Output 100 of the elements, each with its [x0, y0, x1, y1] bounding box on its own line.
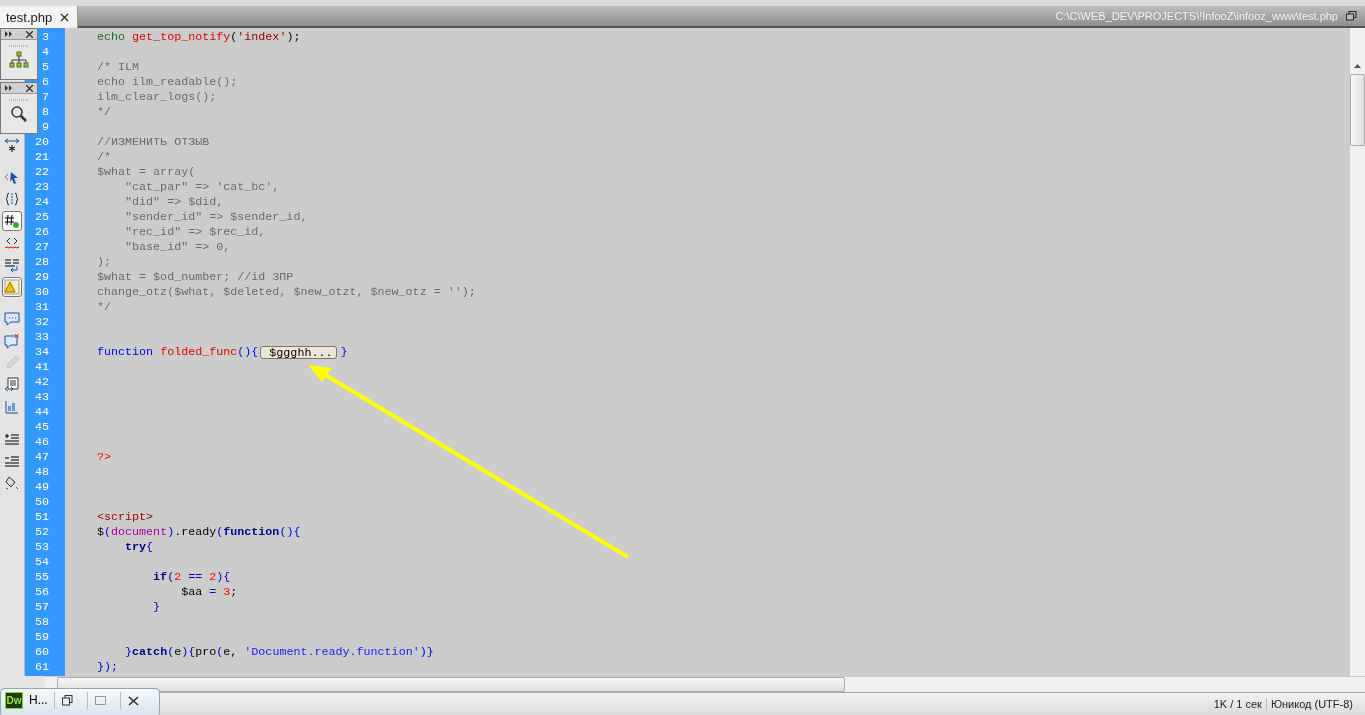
line-number: 58: [34, 615, 49, 630]
close-icon[interactable]: [26, 30, 33, 38]
taskbar-thumbnail[interactable]: Dw H...: [0, 688, 160, 715]
line-number: 27: [34, 240, 49, 255]
word-wrap-icon: [4, 257, 20, 273]
restore-icon[interactable]: [62, 695, 74, 706]
line-number: 48: [34, 465, 49, 480]
line-number: 47: [34, 450, 49, 465]
line-number: 59: [34, 630, 49, 645]
line-number: 41: [34, 360, 49, 375]
line-number: 52: [34, 525, 49, 540]
code-line: $aa = 3;: [180, 585, 239, 600]
app-badge: Dw: [5, 692, 23, 709]
line-number: 23: [34, 180, 49, 195]
speech-bubble-icon: [4, 333, 20, 349]
hash-icon: [4, 213, 20, 229]
line-number: 3: [42, 30, 49, 45]
expand-icon[interactable]: [5, 85, 13, 91]
code-text: function folded_func(){: [97, 345, 259, 360]
pencil-icon: [4, 355, 20, 371]
line-number: 29: [34, 270, 49, 285]
status-size-time: 1K / 1 сек: [1212, 698, 1263, 710]
document-tab[interactable]: test.php: [0, 6, 79, 28]
grid-chart-icon: [4, 399, 20, 415]
line-number: 20: [34, 135, 49, 150]
line-number: 43: [34, 390, 49, 405]
line-number: 28: [34, 255, 49, 270]
code-line: echo get_top_notify('index');: [97, 30, 302, 45]
grip-icon[interactable]: [8, 98, 30, 102]
code-line: */: [97, 105, 113, 120]
line-number: 49: [34, 480, 49, 495]
expand-icon[interactable]: [5, 31, 13, 37]
code-line: /* ILM: [97, 60, 141, 75]
code-line: if(2 == 2){: [152, 570, 232, 585]
code-tag-icon: [4, 235, 20, 251]
scrollbar-thumb[interactable]: [1350, 74, 1365, 146]
line-number: 44: [34, 405, 49, 420]
close-icon[interactable]: [26, 84, 33, 92]
close-icon[interactable]: [60, 12, 70, 22]
code-line: echo ilm_readable();: [97, 75, 239, 90]
grip-icon[interactable]: [8, 44, 30, 48]
line-number: 24: [34, 195, 49, 210]
line-number: 51: [34, 510, 49, 525]
file-path: C:\C\WEB_DEV\PROJECTS\!InfooZ\infooz_www\test.php: [1055, 10, 1338, 22]
line-number: 61: [34, 660, 49, 675]
code-line: $what = $od_number; //id ЗПР: [97, 270, 295, 285]
search-icon[interactable]: [10, 105, 28, 123]
line-number: 30: [34, 285, 49, 300]
line-number: 7: [42, 90, 49, 105]
status-encoding: Юникод (UTF-8): [1265, 698, 1357, 710]
code-line: );: [97, 255, 113, 270]
code-line: */: [97, 300, 113, 315]
code-line: "base_id" => 0,: [124, 240, 232, 255]
code-line: //ИЗМЕНИТЬ ОТЗЫВ: [97, 135, 211, 150]
close-icon[interactable]: [128, 695, 140, 706]
line-number: 34: [34, 345, 49, 360]
code-line: }catch(e){pro(e, 'Document.ready.function')}: [124, 645, 435, 660]
code-line: change_otz($what, $deleted, $new_otzt, $new_otz = '');: [97, 285, 477, 300]
line-number: 26: [34, 225, 49, 240]
code-line: "did" => $did,: [124, 195, 225, 210]
line-number: 8: [42, 105, 49, 120]
line-number: 56: [34, 585, 49, 600]
code-line: ilm_clear_logs();: [97, 90, 218, 105]
line-number: 4: [42, 45, 49, 60]
window-label: H...: [29, 692, 48, 709]
expand-arrows-icon: [4, 137, 20, 153]
folded-code-marker[interactable]: $ggghh...: [260, 346, 338, 359]
outdent-icon: [4, 453, 20, 469]
cursor-icon: [4, 169, 20, 185]
code-line: <script>: [97, 510, 155, 525]
line-number: 60: [34, 645, 49, 660]
code-line: ?>: [97, 450, 113, 465]
toolbar-button[interactable]: [2, 211, 22, 231]
line-number: 22: [34, 165, 49, 180]
sitemap-icon[interactable]: [9, 51, 29, 69]
code-text: }: [340, 345, 348, 360]
line-number: 21: [34, 150, 49, 165]
line-number: 33: [34, 330, 49, 345]
indent-icon: [4, 431, 20, 447]
speech-bubble-icon: [4, 311, 20, 327]
line-number: 31: [34, 300, 49, 315]
code-line: $what = array(: [97, 165, 197, 180]
line-number: 50: [34, 495, 49, 510]
line-number: 25: [34, 210, 49, 225]
line-number: 53: [34, 540, 49, 555]
code-line: "cat_par" => 'cat_bc',: [124, 180, 281, 195]
scrollbar-thumb[interactable]: [57, 677, 845, 692]
braces-icon: [4, 191, 20, 207]
line-number: 54: [34, 555, 49, 570]
line-number: 32: [34, 315, 49, 330]
code-line: try{: [124, 540, 155, 555]
line-number: 46: [34, 435, 49, 450]
code-line: });: [97, 660, 120, 675]
restore-icon[interactable]: [1346, 11, 1357, 21]
code-line: "sender_id" => $sender_id,: [124, 210, 309, 225]
scroll-up-icon[interactable]: [1354, 64, 1361, 68]
line-number: 55: [34, 570, 49, 585]
line-number: 45: [34, 420, 49, 435]
warning-icon: [4, 279, 20, 295]
code-line: $(document).ready(function(){: [97, 525, 302, 540]
